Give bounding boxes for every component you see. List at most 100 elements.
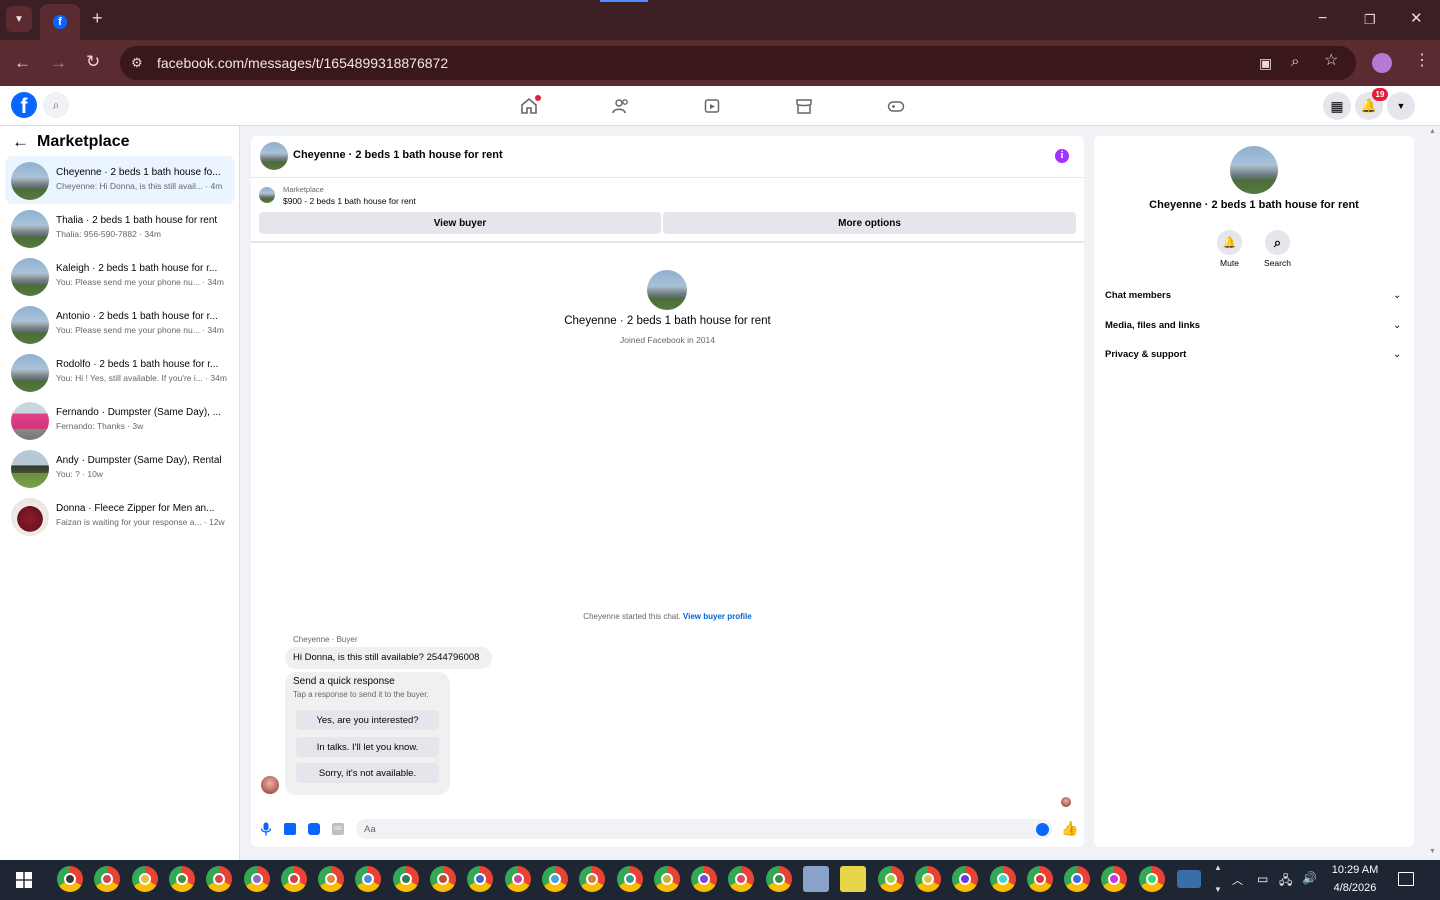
search-icon[interactable]: ⌕ [43, 92, 69, 118]
quick-reply-not-available[interactable]: Sorry, it's not available. [296, 763, 439, 783]
zoom-icon[interactable]: ⌕ [1291, 54, 1299, 70]
minimize-button[interactable]: − [1318, 11, 1327, 27]
search-icon[interactable]: ⌕ [1265, 230, 1290, 255]
taskbar-app-icon[interactable] [653, 866, 680, 892]
taskbar-app-icon[interactable] [840, 866, 867, 892]
back-arrow-icon[interactable]: ← [12, 132, 29, 152]
site-settings-icon[interactable]: ⚙ [131, 55, 143, 71]
conversation-item[interactable]: Antonio · 2 beds 1 bath house for r... Yo… [5, 300, 235, 348]
taskbar-app-icon[interactable] [392, 866, 419, 892]
taskbar-app-icon[interactable] [504, 866, 531, 892]
media-files-section[interactable]: Media, files and links [1105, 320, 1200, 331]
tray-overflow-icon[interactable]: ︿ [1232, 872, 1243, 888]
taskbar-app-icon[interactable] [57, 866, 83, 892]
conversation-item[interactable]: Rodolfo · 2 beds 1 bath house for r... Yo… [5, 348, 235, 396]
emoji-icon[interactable] [1036, 823, 1049, 836]
taskbar-app-icon[interactable] [131, 866, 158, 892]
info-icon[interactable]: i [1055, 149, 1069, 163]
home-nav-icon[interactable] [509, 86, 549, 126]
browser-tab[interactable]: f [40, 4, 80, 40]
taskbar-app-icon[interactable] [541, 866, 568, 892]
browser-menu-icon[interactable]: ⋮ [1414, 53, 1430, 69]
chevron-down-icon[interactable]: ⌄ [1393, 349, 1401, 360]
conversation-name: Andy · Dumpster (Same Day), Rental [56, 455, 222, 466]
notification-center-icon[interactable] [1398, 872, 1414, 886]
mute-bell-icon[interactable]: 🔔 [1217, 230, 1242, 255]
profile-avatar[interactable] [647, 270, 687, 310]
quick-reply-in-talks[interactable]: In talks. I'll let you know. [296, 737, 439, 757]
chat-members-section[interactable]: Chat members [1105, 290, 1171, 301]
taskbar-app-icon[interactable] [1138, 866, 1165, 892]
video-nav-icon[interactable] [692, 86, 732, 126]
gaming-nav-icon[interactable] [876, 86, 916, 126]
listing-thumbnail[interactable] [259, 187, 275, 203]
conversation-item[interactable]: Kaleigh · 2 beds 1 bath house for r... Yo… [5, 252, 235, 300]
view-buyer-button[interactable]: View buyer [259, 212, 661, 234]
taskbar-app-icon[interactable] [691, 866, 718, 892]
taskbar-app-icon[interactable] [206, 866, 233, 892]
taskbar-app-icon[interactable] [579, 866, 606, 892]
chevron-down-icon[interactable]: ⌄ [1393, 290, 1401, 301]
thumbs-up-icon[interactable]: 👍 [1061, 820, 1078, 837]
back-arrow-icon[interactable]: ← [14, 54, 31, 71]
scroll-up-arrow[interactable]: ▲ [1429, 128, 1436, 135]
battery-icon[interactable]: ▭ [1257, 872, 1268, 886]
details-avatar[interactable] [1230, 146, 1278, 194]
marketplace-nav-icon[interactable] [784, 86, 824, 126]
account-dropdown-icon[interactable]: ▼ [1387, 92, 1415, 120]
chevron-down-icon[interactable]: ⌄ [1393, 320, 1401, 331]
chat-header-title[interactable]: Cheyenne · 2 beds 1 bath house for rent [293, 149, 503, 161]
photo-icon[interactable] [284, 823, 296, 835]
taskbar-app-icon[interactable] [989, 866, 1016, 892]
view-buyer-profile-link[interactable]: View buyer profile [683, 612, 752, 621]
taskbar-app-icon[interactable] [1026, 866, 1053, 892]
listing-title[interactable]: $900 - 2 beds 1 bath house for rent [283, 196, 416, 206]
network-icon[interactable]: 🖧 [1279, 871, 1292, 892]
conversation-item[interactable]: Fernando · Dumpster (Same Day), ... Ferna… [5, 396, 235, 444]
taskbar-app-icon[interactable] [914, 866, 941, 892]
sticker-icon[interactable] [308, 823, 320, 835]
volume-icon[interactable]: 🔊 [1302, 871, 1317, 885]
taskbar-app-icon[interactable] [616, 866, 643, 892]
taskbar-app-icon[interactable] [243, 866, 270, 892]
gif-icon[interactable]: GIF [332, 823, 344, 835]
keyboard-icon[interactable] [1177, 870, 1201, 888]
reload-icon[interactable]: ↻ [86, 53, 100, 70]
new-tab-button[interactable]: + [92, 9, 103, 27]
clock-time[interactable]: 10:29 AM [1328, 864, 1382, 876]
close-window-button[interactable]: ✕ [1410, 11, 1423, 27]
more-options-button[interactable]: More options [663, 212, 1076, 234]
profile-avatar[interactable] [1372, 53, 1392, 73]
taskbar-app-icon[interactable] [318, 866, 345, 892]
friends-nav-icon[interactable] [601, 86, 641, 126]
menu-grid-icon[interactable]: ▦ [1323, 92, 1351, 120]
taskbar-scroll-up[interactable]: ▲ [1214, 863, 1222, 872]
taskbar-app-icon[interactable] [765, 866, 792, 892]
conversation-item[interactable]: Andy · Dumpster (Same Day), Rental You: ?… [5, 444, 235, 492]
taskbar-app-icon[interactable] [877, 866, 904, 892]
message-input[interactable] [356, 819, 1052, 839]
conversation-item[interactable]: Donna · Fleece Zipper for Men an... Faiza… [5, 492, 235, 540]
tab-search-button[interactable]: ▼ [6, 6, 32, 32]
windows-start-icon[interactable] [16, 872, 32, 888]
maximize-button[interactable]: ❐ [1364, 12, 1376, 28]
facebook-logo-icon[interactable]: f [11, 92, 37, 118]
forward-arrow-icon[interactable]: → [50, 54, 67, 71]
conversation-item[interactable]: Thalia · 2 beds 1 bath house for rent Tha… [5, 204, 235, 252]
taskbar-app-icon[interactable] [952, 866, 979, 892]
install-app-icon[interactable]: ▣ [1259, 55, 1272, 71]
microphone-icon[interactable] [260, 822, 272, 836]
taskbar-app-icon[interactable] [1064, 866, 1091, 892]
taskbar-app-icon[interactable] [803, 866, 829, 892]
clock-date[interactable]: 4/8/2026 [1328, 882, 1382, 894]
taskbar-app-icon[interactable] [280, 866, 307, 892]
chat-header-avatar[interactable] [260, 142, 288, 170]
privacy-support-section[interactable]: Privacy & support [1105, 349, 1186, 360]
bookmark-star-icon[interactable]: ☆ [1324, 53, 1338, 69]
taskbar-scroll-down[interactable]: ▼ [1214, 885, 1222, 894]
conversation-item[interactable]: Cheyenne · 2 beds 1 bath house fo... Chey… [5, 156, 235, 204]
scroll-down-arrow[interactable]: ▼ [1429, 848, 1436, 855]
taskbar-app-icon[interactable] [168, 866, 195, 892]
taskbar-app-icon[interactable] [430, 866, 456, 892]
quick-reply-yes[interactable]: Yes, are you interested? [296, 710, 439, 730]
